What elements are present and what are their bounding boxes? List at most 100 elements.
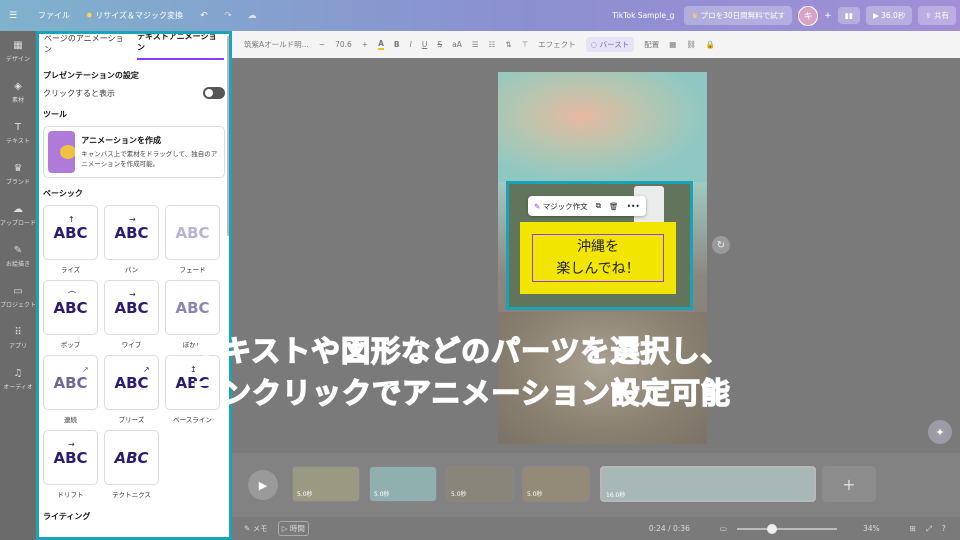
rail-item-draw[interactable]: ✎ お絵描き (0, 236, 36, 277)
anim-rise[interactable]: ↑ ABC ライズ (43, 205, 98, 274)
timeline-clip-selected[interactable]: 16.0秒 (600, 466, 816, 502)
notes-button[interactable]: ✎ メモ (244, 523, 268, 534)
resize-label: リサイズ＆マジック変換 (95, 11, 184, 20)
caption-overlay: テキストや図形などのパーツを選択し、 ワンクリックでアニメーション設定可能 (191, 330, 731, 414)
anim-sample: ABC (175, 223, 210, 242)
anim-label: テクトニクス (112, 491, 151, 499)
anim-continuous[interactable]: ↗ ABC 連続 (43, 355, 98, 424)
click-to-show-toggle[interactable] (203, 87, 225, 99)
timer-button[interactable]: ▷ 時間 (277, 521, 309, 536)
anim-sample: ABC (53, 373, 88, 392)
underline-icon[interactable]: U (422, 40, 428, 49)
selected-text[interactable]: 沖縄を 楽しんでね！ (532, 234, 664, 282)
add-collaborator-icon[interactable]: + (824, 11, 832, 21)
lock-icon[interactable]: 🔒 (706, 40, 715, 49)
share-icon: ⇪ (925, 11, 932, 20)
anim-label: パン (124, 266, 139, 274)
rail-item-project[interactable]: ▭ プロジェクト (0, 277, 36, 318)
anim-fade[interactable]: ABC フェード (165, 205, 220, 274)
rotate-icon[interactable]: ↻ (712, 236, 730, 254)
burst-button[interactable]: ◌ バースト (585, 37, 635, 52)
fullscreen-icon[interactable]: ⤢ (926, 524, 932, 534)
transparency-icon[interactable]: ▦ (669, 40, 676, 49)
timeline-clip[interactable]: 5.0秒 (369, 466, 437, 502)
trial-label: プロを30日間無料で試す (700, 11, 786, 20)
zoom-slider[interactable] (736, 523, 837, 534)
basic-heading: ベーシック (43, 189, 83, 198)
list-icon[interactable]: ☷ (489, 40, 496, 49)
top-bar: ☰ ファイル ✹ リサイズ＆マジック変換 ↶ ↷ ☁ TikTok Sample… (0, 0, 960, 31)
rail-item-design[interactable]: ▦ デザイン (0, 31, 36, 72)
position-button[interactable]: 配置 (644, 39, 659, 50)
align-icon[interactable]: ☰ (472, 40, 479, 49)
timeline-clip[interactable]: 5.0秒 (446, 466, 514, 502)
anim-wipe[interactable]: → ABC ワイプ (104, 280, 159, 349)
avatar[interactable]: キ (798, 5, 819, 26)
tab-page-animation[interactable]: ページのアニメーション (44, 34, 131, 60)
font-size-input[interactable]: 70.6 (335, 40, 352, 49)
anim-drift[interactable]: → ABC ドリフト (43, 430, 98, 499)
arrow-diag-icon: ↗ (143, 365, 150, 374)
anim-sample: ABC (53, 448, 88, 467)
design-icon: ▦ (13, 40, 23, 51)
timeline-clip[interactable]: 5.0秒 (522, 466, 590, 502)
spacing-icon[interactable]: ⇅ (505, 40, 511, 49)
rail-item-text[interactable]: T テキスト (0, 113, 36, 154)
add-clip-button[interactable]: + (822, 466, 876, 502)
bold-icon[interactable]: B (394, 40, 400, 49)
strikethrough-icon[interactable]: S (437, 40, 442, 49)
tab-text-animation[interactable]: テキストアニメーション (137, 34, 224, 60)
text-line-1: 沖縄を (577, 239, 619, 255)
stats-button[interactable]: ▮▮ (837, 7, 860, 24)
rail-item-brand[interactable]: ♛ ブランド (0, 154, 36, 195)
case-icon[interactable]: aA (452, 40, 462, 49)
sparkle-icon[interactable]: ✦ (928, 420, 952, 444)
link-icon[interactable]: ⛓ (686, 40, 696, 49)
zoom-level[interactable]: 34% (863, 524, 880, 533)
timeline-clip[interactable]: 5.0秒 (292, 466, 360, 502)
timer-label: 時間 (289, 524, 305, 533)
redo-icon[interactable]: ↷ (221, 11, 235, 21)
help-icon[interactable]: ? (942, 524, 946, 533)
anim-pop[interactable]: ⌒ ABC ポップ (43, 280, 98, 349)
anim-breeze[interactable]: ↗ ABC ブリーズ (104, 355, 159, 424)
trash-icon[interactable]: 🗑 (609, 202, 619, 211)
rail-item-elements[interactable]: ◈ 素材 (0, 72, 36, 113)
text-color-icon[interactable]: A (378, 39, 384, 50)
trial-button[interactable]: ♛ プロを30日間無料で試す (684, 6, 793, 25)
rail-item-apps[interactable]: ⠿ アプリ (0, 318, 36, 359)
vertical-text-icon[interactable]: ⊤ (522, 40, 529, 49)
font-size-decrease[interactable]: − (319, 40, 325, 49)
crown-icon: ♛ (691, 11, 699, 20)
anim-pan[interactable]: → ABC パン (104, 205, 159, 274)
rail-item-upload[interactable]: ☁ アップロード (0, 195, 36, 236)
font-size-increase[interactable]: + (362, 40, 368, 49)
zoom-handle[interactable] (766, 523, 777, 534)
share-button[interactable]: ⇪ 共有 (918, 6, 956, 25)
magic-write-button[interactable]: ✎ マジック作文 (534, 201, 588, 212)
rail-item-audio[interactable]: ♫ オーディオ (0, 359, 36, 400)
panel-scrollbar[interactable] (227, 36, 229, 236)
more-icon[interactable]: ••• (627, 202, 640, 211)
anim-label: ブリーズ (118, 416, 145, 424)
menu-icon[interactable]: ☰ (6, 11, 20, 21)
document-name[interactable]: TikTok Sample_g (612, 11, 674, 20)
anim-tectonic[interactable]: ABC テクトニクス (104, 430, 159, 499)
rail-label: 素材 (11, 97, 24, 104)
cloud-icon: ☁ (247, 10, 257, 21)
play-button[interactable]: ▶ (248, 470, 278, 500)
effect-button[interactable]: エフェクト (538, 39, 576, 50)
duplicate-icon[interactable]: ⧉ (596, 201, 601, 211)
font-select[interactable]: 筑紫Aオールド明... (244, 39, 309, 50)
rail-label: アップロード (0, 220, 37, 227)
file-menu[interactable]: ファイル (38, 10, 70, 21)
italic-icon[interactable]: I (410, 40, 412, 49)
click-to-show-row: クリックすると表示 (39, 87, 229, 99)
fit-icon[interactable]: ▭ (720, 524, 727, 533)
create-animation-card[interactable]: アニメーションを作成 キャンバス上で素材をドラッグして、独自のアニメーションを作… (43, 126, 225, 178)
resize-button[interactable]: ✹ リサイズ＆マジック変換 (86, 10, 183, 21)
draw-icon: ✎ (13, 245, 23, 256)
grid-view-icon[interactable]: ⊞ (910, 524, 916, 533)
present-button[interactable]: ▶ 36.0秒 (865, 6, 913, 25)
undo-icon[interactable]: ↶ (197, 11, 211, 21)
